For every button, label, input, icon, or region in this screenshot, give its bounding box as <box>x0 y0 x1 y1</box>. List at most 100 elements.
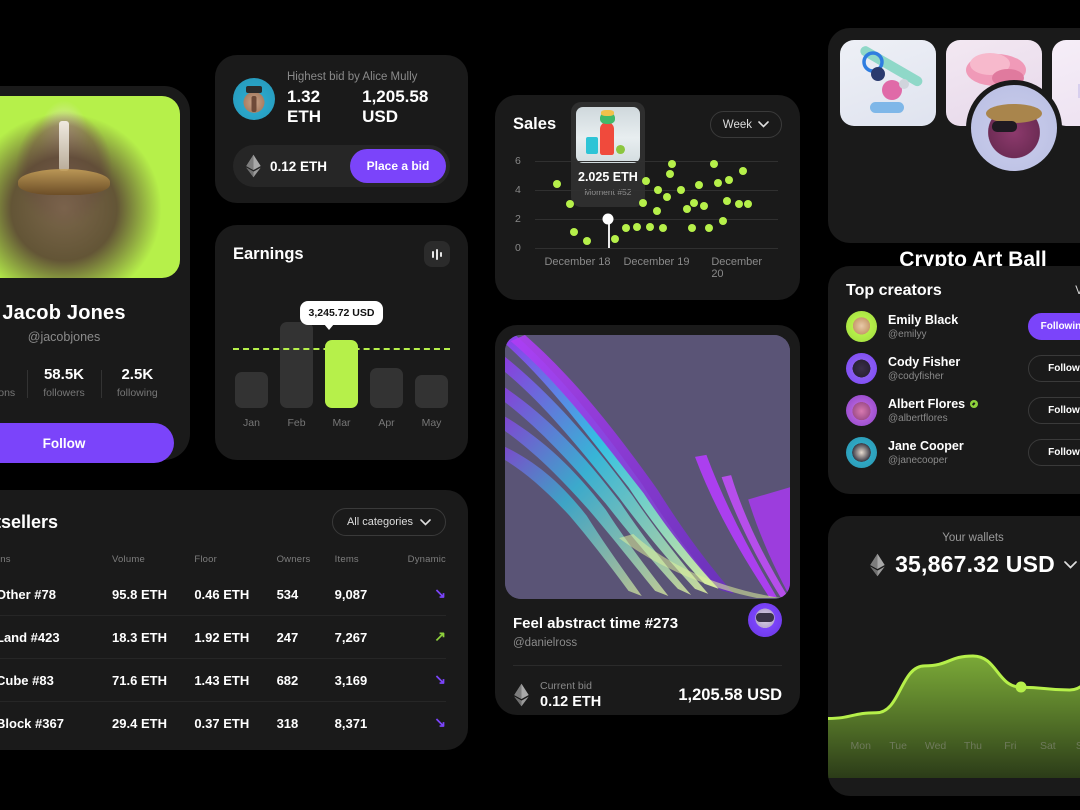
nft-artwork[interactable] <box>505 335 790 599</box>
stat-followers: 58.5K followers <box>27 366 100 399</box>
collection-name: Cube #83 <box>0 672 54 688</box>
sales-data-point[interactable] <box>735 200 744 209</box>
stat-value: 25 <box>0 366 27 383</box>
earnings-bar[interactable] <box>370 368 403 408</box>
sales-data-point[interactable] <box>611 234 620 243</box>
wallets-amount: 35,867.32 USD <box>895 551 1055 577</box>
wallets-day-label: Mon <box>850 740 871 752</box>
earnings-bar[interactable] <box>415 375 448 408</box>
sales-data-point[interactable] <box>738 166 747 175</box>
stat-label: following <box>116 387 158 399</box>
table-row[interactable]: Cube #83 71.6 ETH 1.43 ETH 682 3,169 ↘ <box>0 658 446 702</box>
creator-row: Jane Cooper @janecooper Follow <box>846 437 1080 468</box>
sales-marker-dot[interactable] <box>602 213 614 225</box>
highest-bid-header: Highest bid by Alice Mully 1.32 ETH 1,20… <box>233 71 450 127</box>
sales-data-point[interactable] <box>719 217 728 226</box>
follow-button[interactable]: Follow <box>1028 439 1080 466</box>
bid-action-row: 0.12 ETH Place a bid <box>233 145 450 187</box>
sales-y-tick: 4 <box>515 183 521 196</box>
wallets-day-label: Wed <box>924 740 947 752</box>
cell-floor: 0.37 ETH <box>194 701 277 744</box>
follow-button[interactable]: Follow <box>1028 397 1080 424</box>
categories-dropdown[interactable]: All categories <box>331 508 446 536</box>
sales-data-point[interactable] <box>725 175 734 184</box>
highest-bid-label: Highest bid by Alice Mully <box>287 71 418 83</box>
wallets-day-label: Tue <box>889 740 907 752</box>
following-button[interactable]: Following <box>1028 313 1080 340</box>
profile-name: Jacob Jones <box>2 302 126 324</box>
cell-floor: 1.43 ETH <box>194 658 277 702</box>
sales-data-point[interactable] <box>722 197 731 206</box>
col-floor: Floor <box>194 554 217 565</box>
sales-data-point[interactable] <box>709 159 718 168</box>
nft-creator-avatar[interactable] <box>748 603 782 637</box>
profile-follow-button[interactable]: Follow <box>0 423 174 463</box>
wallets-amount-row[interactable]: 35,867.32 USD <box>828 551 1080 578</box>
sales-y-tick: 0 <box>515 242 521 254</box>
chevron-down-icon <box>758 121 769 128</box>
art-thumb-1[interactable] <box>840 40 936 126</box>
table-row[interactable]: Block #367 29.4 ETH 0.37 ETH 318 8,371 ↘ <box>0 701 446 744</box>
chevron-down-icon[interactable] <box>1064 560 1077 569</box>
sales-data-point[interactable] <box>633 222 642 231</box>
wallets-area-chart: Mon Tue Wed Thu Fri Sat Sun <box>828 596 1080 778</box>
earnings-average-line <box>233 348 450 351</box>
sales-data-point[interactable] <box>641 177 650 186</box>
sales-data-point[interactable] <box>569 228 578 236</box>
cell-volume: 95.8 ETH <box>112 586 167 602</box>
sales-tooltip-price: 2.025 ETH <box>578 169 638 184</box>
nft-bid-eth: 0.12 ETH <box>540 694 602 710</box>
follow-button[interactable]: Follow <box>1028 355 1080 382</box>
sales-card: Sales Week 2.025 ETH Moment #52 0 2 4 6 Dece… <box>495 95 800 300</box>
wallets-day-label: Fri <box>1004 740 1017 752</box>
sales-data-point[interactable] <box>704 223 713 232</box>
sales-data-point[interactable] <box>690 198 699 207</box>
bar-chart-icon[interactable] <box>424 241 450 267</box>
sales-range-dropdown[interactable]: Week <box>709 111 782 138</box>
sales-data-point[interactable] <box>658 223 667 232</box>
sales-data-point[interactable] <box>676 185 685 194</box>
collection-cell: Land #423 <box>0 625 112 649</box>
sales-data-point[interactable] <box>583 236 592 245</box>
sales-data-point[interactable] <box>665 169 674 178</box>
sales-data-point[interactable] <box>687 223 696 232</box>
place-a-bid-button[interactable]: Place a bid <box>350 149 446 183</box>
sales-data-point[interactable] <box>682 204 691 213</box>
sales-data-point[interactable] <box>639 198 648 207</box>
sales-data-point[interactable] <box>714 178 723 187</box>
dynamic-down-arrow-icon: ↘ <box>434 585 446 601</box>
crypto-art-ball-card: Crypto Art Ball by Jason Black <box>828 28 1080 290</box>
sales-data-point[interactable] <box>566 200 575 209</box>
sales-scatter-chart: 2.025 ETH Moment #52 0 2 4 6 December 18 Dece… <box>515 101 778 280</box>
bestsellers-table: Collections Volume Floor Owners Items Dy… <box>0 546 446 744</box>
sales-data-point[interactable] <box>653 185 662 194</box>
dynamic-down-arrow-icon: ↘ <box>434 714 446 730</box>
collection-cell: Other #78 <box>0 582 112 606</box>
sales-data-point[interactable] <box>646 222 655 231</box>
creator-row: Cody Fisher @codyfisher Follow <box>846 353 1080 384</box>
cell-owners: 534 <box>276 586 299 602</box>
bestsellers-title: Bestsellers <box>0 511 59 532</box>
table-row[interactable]: Other #78 95.8 ETH 0.46 ETH 534 9,087 ↘ <box>0 573 446 616</box>
sales-data-point[interactable] <box>652 206 661 215</box>
sales-data-point[interactable] <box>743 200 752 209</box>
earnings-card: Earnings 3,245.72 USD Jan Feb Mar Apr May <box>215 225 468 460</box>
creator-handle: @janecooper <box>888 455 948 466</box>
sales-data-point[interactable] <box>695 181 704 190</box>
sales-gridline <box>535 218 778 220</box>
nft-detail-card: Feel abstract time #273 @danielross Curr… <box>495 325 800 715</box>
sales-title: Sales <box>513 115 557 133</box>
table-row[interactable]: Land #423 18.3 ETH 1.92 ETH 247 7,267 ↗ <box>0 615 446 659</box>
sales-data-point[interactable] <box>663 193 672 202</box>
cell-items: 8,371 <box>334 701 398 744</box>
sales-data-point[interactable] <box>668 159 677 168</box>
sales-data-point[interactable] <box>699 201 708 210</box>
stat-label: followers <box>43 387 85 399</box>
view-all-link[interactable]: View <box>1075 285 1080 297</box>
sales-data-point[interactable] <box>552 180 561 188</box>
earnings-bar[interactable] <box>280 322 313 408</box>
top-creators-list: Emily Black @emilyy Following Cody Fisher @c… <box>846 311 1080 468</box>
sales-data-point[interactable] <box>622 223 631 232</box>
ethereum-icon <box>246 154 261 178</box>
earnings-bar[interactable] <box>235 371 268 408</box>
